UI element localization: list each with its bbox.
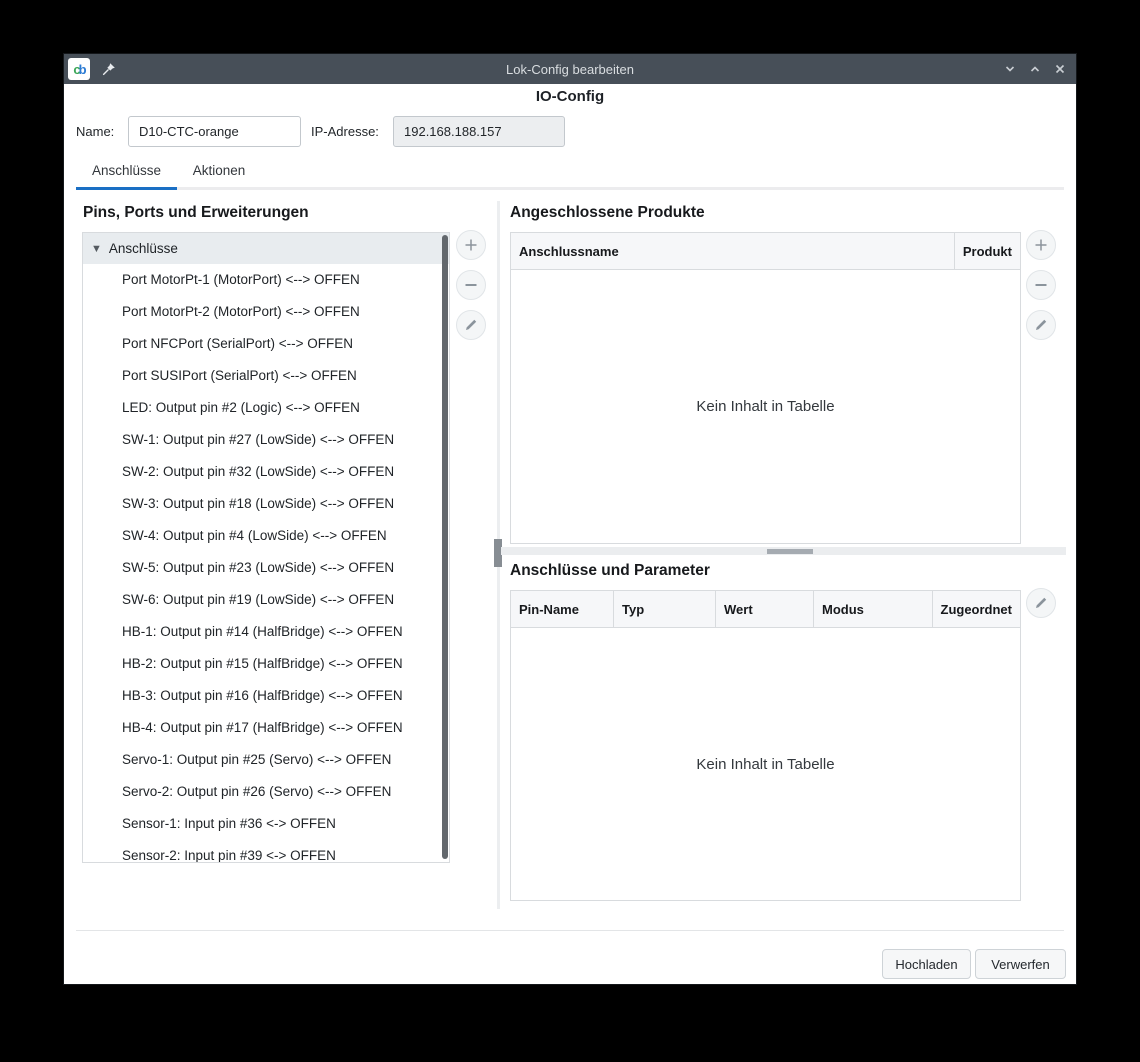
- name-input[interactable]: [128, 116, 301, 147]
- tree-root-label: Anschlüsse: [108, 241, 178, 256]
- params-table: Pin-Name Typ Wert Modus Zugeordnet Kein …: [510, 590, 1021, 901]
- column-header[interactable]: Anschlussname: [511, 233, 955, 269]
- upload-button[interactable]: Hochladen: [882, 949, 971, 979]
- tree-item[interactable]: HB-2: Output pin #15 (HalfBridge) <--> O…: [83, 648, 449, 680]
- tree-item[interactable]: SW-4: Output pin #4 (LowSide) <--> OFFEN: [83, 520, 449, 552]
- page-title: IO-Config: [535, 88, 605, 105]
- ip-address-input[interactable]: [393, 116, 565, 147]
- products-section-title: Angeschlossene Produkte: [510, 204, 705, 221]
- tree-item[interactable]: Port MotorPt-2 (MotorPort) <--> OFFEN: [83, 296, 449, 328]
- tree-add-button[interactable]: [456, 230, 486, 260]
- tree-item[interactable]: SW-3: Output pin #18 (LowSide) <--> OFFE…: [83, 488, 449, 520]
- pins-ports-tree[interactable]: ▼ Anschlüsse Port MotorPt-1 (MotorPort) …: [82, 232, 450, 863]
- tab-aktionen[interactable]: Aktionen: [177, 156, 261, 190]
- products-edit-button[interactable]: [1026, 310, 1056, 340]
- tab-bar: Anschlüsse Aktionen: [76, 156, 1064, 190]
- tree-item[interactable]: LED: Output pin #2 (Logic) <--> OFFEN: [83, 392, 449, 424]
- tree-item[interactable]: Port NFCPort (SerialPort) <--> OFFEN: [83, 328, 449, 360]
- column-header[interactable]: Modus: [814, 591, 933, 627]
- app-logo-letter-b: b: [78, 61, 87, 77]
- tree-item[interactable]: SW-5: Output pin #23 (LowSide) <--> OFFE…: [83, 552, 449, 584]
- tree-item[interactable]: Sensor-1: Input pin #36 <-> OFFEN: [83, 808, 449, 840]
- params-section-title: Anschlüsse und Parameter: [510, 562, 710, 579]
- products-remove-button[interactable]: [1026, 270, 1056, 300]
- tree-item[interactable]: Port MotorPt-1 (MotorPort) <--> OFFEN: [83, 264, 449, 296]
- tree-item[interactable]: Port SUSIPort (SerialPort) <--> OFFEN: [83, 360, 449, 392]
- column-header[interactable]: Produkt: [955, 233, 1020, 269]
- params-table-header: Pin-Name Typ Wert Modus Zugeordnet: [511, 591, 1020, 628]
- column-header[interactable]: Zugeordnet: [933, 591, 1021, 627]
- tree-item[interactable]: SW-6: Output pin #19 (LowSide) <--> OFFE…: [83, 584, 449, 616]
- products-table: Anschlussname Produkt Kein Inhalt in Tab…: [510, 232, 1021, 544]
- tree-item[interactable]: HB-1: Output pin #14 (HalfBridge) <--> O…: [83, 616, 449, 648]
- maximize-icon[interactable]: [1027, 61, 1043, 77]
- tree-item[interactable]: SW-2: Output pin #32 (LowSide) <--> OFFE…: [83, 456, 449, 488]
- footer-divider: [76, 930, 1064, 931]
- params-empty-placeholder: Kein Inhalt in Tabelle: [696, 755, 835, 773]
- caret-down-icon[interactable]: ▼: [91, 243, 102, 255]
- window-title: Lok-Config bearbeiten: [506, 61, 634, 77]
- column-header[interactable]: Typ: [614, 591, 716, 627]
- tree-item[interactable]: Sensor-2: Input pin #39 <-> OFFEN: [83, 840, 449, 862]
- app-logo-icon: cb: [68, 58, 90, 80]
- titlebar: cb Lok-Config bearbeiten: [64, 54, 1076, 84]
- tree-root-row[interactable]: ▼ Anschlüsse: [83, 233, 449, 264]
- window-controls: [1002, 54, 1068, 84]
- tree-item[interactable]: Servo-2: Output pin #26 (Servo) <--> OFF…: [83, 776, 449, 808]
- tree-item[interactable]: Servo-1: Output pin #25 (Servo) <--> OFF…: [83, 744, 449, 776]
- tree-scrollbar-thumb[interactable]: [442, 235, 448, 859]
- close-icon[interactable]: [1052, 61, 1068, 77]
- pin-icon[interactable]: [102, 62, 116, 76]
- name-label: Name:: [76, 124, 115, 139]
- tree-edit-button[interactable]: [456, 310, 486, 340]
- tree-item[interactable]: SW-1: Output pin #27 (LowSide) <--> OFFE…: [83, 424, 449, 456]
- products-add-button[interactable]: [1026, 230, 1056, 260]
- tree-item[interactable]: HB-3: Output pin #16 (HalfBridge) <--> O…: [83, 680, 449, 712]
- tree-remove-button[interactable]: [456, 270, 486, 300]
- discard-button[interactable]: Verwerfen: [975, 949, 1066, 979]
- params-edit-button[interactable]: [1026, 588, 1056, 618]
- column-header[interactable]: Pin-Name: [511, 591, 614, 627]
- tree-item[interactable]: HB-4: Output pin #17 (HalfBridge) <--> O…: [83, 712, 449, 744]
- pins-ports-section-title: Pins, Ports und Erweiterungen: [83, 204, 309, 221]
- products-table-header: Anschlussname Produkt: [511, 233, 1020, 270]
- column-header[interactable]: Wert: [716, 591, 814, 627]
- tree-items: Port MotorPt-1 (MotorPort) <--> OFFEN Po…: [83, 264, 449, 862]
- ip-address-label: IP-Adresse:: [311, 124, 379, 139]
- minimize-icon[interactable]: [1002, 61, 1018, 77]
- tab-anschluesse[interactable]: Anschlüsse: [76, 156, 177, 190]
- lok-config-dialog: cb Lok-Config bearbeiten IO-Config Name:…: [63, 53, 1077, 985]
- products-empty-placeholder: Kein Inhalt in Tabelle: [696, 398, 835, 415]
- horizontal-splitter-grip[interactable]: [767, 549, 813, 554]
